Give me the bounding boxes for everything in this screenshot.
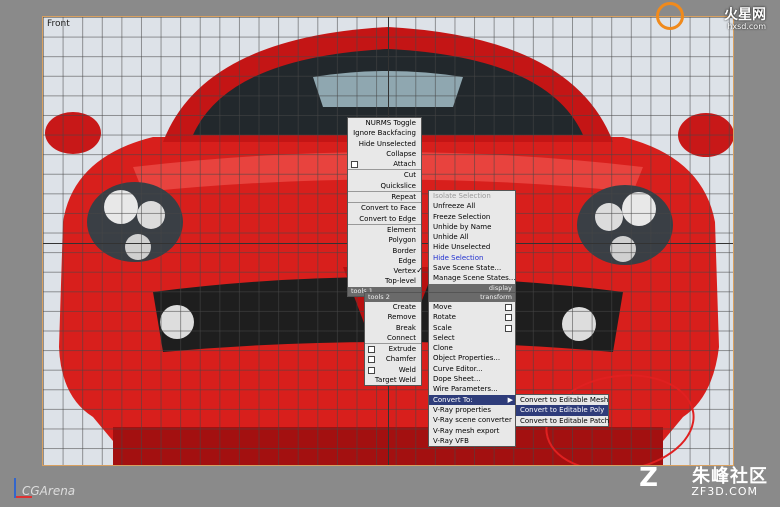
submenu-arrow-icon: ▶ [507, 395, 513, 404]
menu-item-curve-editor[interactable]: Curve Editor... [429, 364, 515, 374]
menu-item-convert-editable-mesh[interactable]: Convert to Editable Mesh [516, 395, 608, 405]
menu-item-vray-scene-converter[interactable]: V-Ray scene converter [429, 415, 515, 425]
viewport-label[interactable]: Front [47, 19, 70, 29]
menu-item-convert-editable-patch[interactable]: Convert to Editable Patch [516, 416, 609, 426]
quad-header-transform: transform [429, 293, 515, 302]
top-logo-sub: hxsd.com [727, 22, 766, 31]
menu-item-label: Vertex [393, 267, 416, 276]
menu-item-vray-properties[interactable]: V-Ray properties [429, 405, 515, 415]
menu-item-collapse[interactable]: Collapse [348, 149, 421, 159]
menu-item-freeze-selection[interactable]: Freeze Selection [429, 212, 515, 222]
quad-tools2: tools 2 Create Remove Break Connect Extr… [364, 292, 422, 387]
menu-item-hide-unselected[interactable]: Hide Unselected [348, 139, 421, 149]
menu-item-dope-sheet[interactable]: Dope Sheet... [429, 374, 515, 384]
menu-item-label: Chamfer [385, 355, 416, 364]
menu-item-object-properties[interactable]: Object Properties... [429, 353, 515, 363]
menu-item-cut[interactable]: Cut [348, 170, 421, 180]
convert-to-submenu: Convert to Editable Mesh Convert to Edit… [515, 394, 609, 427]
menu-item-label: Weld [398, 365, 416, 374]
axis-y-icon [14, 478, 16, 498]
settings-box-icon[interactable] [368, 346, 375, 354]
menu-item-element[interactable]: Element [348, 225, 421, 235]
hxsd-logo-icon [656, 2, 684, 30]
menu-item-select[interactable]: Select [429, 333, 515, 343]
menu-item-unfreeze-all[interactable]: Unfreeze All [429, 201, 515, 211]
menu-item-wire-parameters[interactable]: Wire Parameters... [429, 384, 515, 394]
menu-item-unhide-by-name[interactable]: Unhide by Name [429, 222, 515, 232]
menu-item-label: Move [433, 303, 452, 311]
quad-transform: transform Move Rotate Scale Select Clone… [428, 292, 516, 448]
menu-item-label: Extrude [388, 345, 416, 354]
menu-item-remove[interactable]: Remove [365, 312, 421, 322]
settings-box-icon[interactable] [505, 324, 512, 332]
menu-item-vray-mesh-export[interactable]: V-Ray mesh export [429, 426, 515, 436]
menu-item-create[interactable]: Create [365, 302, 421, 312]
settings-box-icon[interactable] [505, 304, 512, 311]
bottom-logo-sub: ZF3D.COM [691, 485, 758, 498]
menu-item-unhide-all[interactable]: Unhide All [429, 232, 515, 242]
settings-box-icon[interactable] [351, 161, 358, 169]
quad-header-tools2: tools 2 [365, 293, 421, 302]
menu-item-weld[interactable]: Weld [365, 365, 421, 375]
top-logo: 火星网 [724, 7, 766, 23]
menu-item-nurms-toggle[interactable]: NURMS Toggle [348, 118, 421, 128]
menu-item-ignore-backfacing[interactable]: Ignore Backfacing [348, 128, 421, 138]
menu-item-vertex[interactable]: Vertex ✓ [348, 266, 423, 276]
quad-display: Isolate Selection Unfreeze All Freeze Se… [428, 190, 516, 294]
menu-item-convert-editable-poly[interactable]: Convert to Editable Poly [516, 405, 608, 416]
menu-item-hide-unselected[interactable]: Hide Unselected [429, 242, 515, 252]
menu-item-save-scene-state[interactable]: Save Scene State... [429, 263, 515, 273]
quad-header-label: tools 2 [368, 293, 390, 301]
menu-item-hide-selection[interactable]: Hide Selection [429, 253, 515, 263]
menu-item-vray-vfb[interactable]: V-Ray VFB [429, 436, 515, 446]
menu-item-quickslice[interactable]: Quickslice [348, 181, 421, 191]
menu-item-label: Attach [393, 160, 416, 169]
menu-item-label: Convert To: [433, 395, 473, 404]
menu-item-scale[interactable]: Scale [429, 323, 515, 333]
menu-item-clone[interactable]: Clone [429, 343, 515, 353]
menu-item-extrude[interactable]: Extrude [365, 344, 421, 354]
menu-item-edge[interactable]: Edge [348, 256, 421, 266]
quad-header-label: transform [480, 293, 512, 301]
menu-item-rotate[interactable]: Rotate [429, 312, 515, 322]
checkmark-icon: ✓ [416, 266, 423, 276]
menu-item-attach[interactable]: Attach [348, 159, 421, 169]
menu-item-border[interactable]: Border [348, 246, 421, 256]
menu-item-convert-to-face[interactable]: Convert to Face [348, 203, 421, 213]
menu-item-convert-to[interactable]: Convert To: ▶ [429, 394, 515, 405]
menu-item-label: Scale [433, 323, 452, 332]
settings-box-icon[interactable] [368, 356, 375, 364]
menu-item-connect[interactable]: Connect [365, 333, 421, 343]
menu-item-polygon[interactable]: Polygon [348, 235, 421, 245]
menu-item-label: Rotate [433, 313, 456, 322]
menu-item-chamfer[interactable]: Chamfer [365, 354, 421, 364]
settings-box-icon[interactable] [505, 314, 512, 322]
menu-item-isolate-selection[interactable]: Isolate Selection [429, 191, 515, 201]
viewport[interactable]: Front NURMS Toggle Ignore Backfacing Hid… [0, 0, 780, 507]
quad-tools1: NURMS Toggle Ignore Backfacing Hide Unse… [347, 117, 423, 297]
zf3d-logo-icon: Z [639, 463, 658, 493]
menu-item-convert-to-edge[interactable]: Convert to Edge [348, 214, 421, 224]
menu-item-top-level[interactable]: Top-level [348, 276, 421, 286]
menu-item-repeat[interactable]: Repeat [348, 192, 421, 202]
settings-box-icon[interactable] [368, 366, 375, 374]
menu-item-move[interactable]: Move [429, 302, 515, 312]
menu-item-target-weld[interactable]: Target Weld [365, 375, 421, 385]
cgarena-watermark: CGArena [22, 484, 76, 498]
menu-item-manage-scene-states[interactable]: Manage Scene States... [429, 273, 515, 283]
menu-item-break[interactable]: Break [365, 323, 421, 333]
